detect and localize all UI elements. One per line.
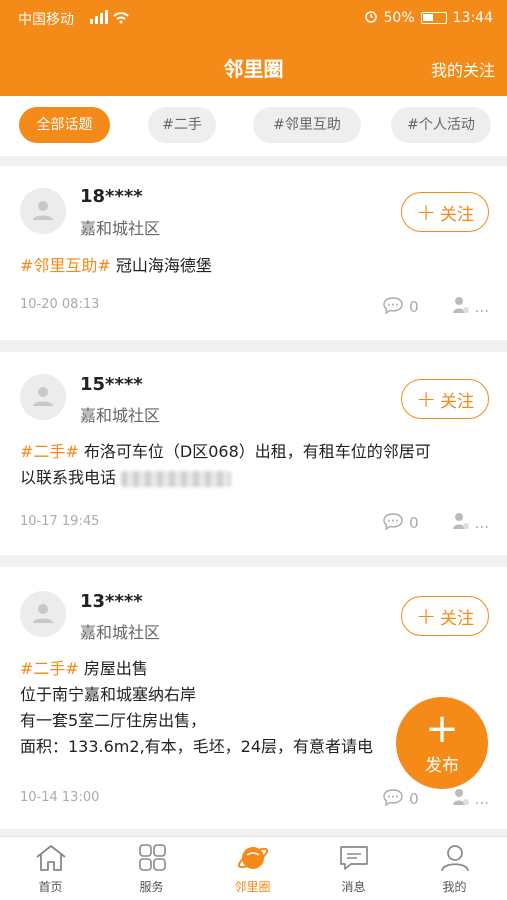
battery-icon: [420, 12, 447, 24]
user-icon: [440, 845, 469, 872]
nav-label: 消息: [341, 880, 366, 894]
tab-second-hand[interactable]: #二手: [148, 107, 216, 143]
post-time: 10-20 08:13: [20, 297, 100, 312]
follow-label: 关注: [440, 608, 475, 629]
status-bar: 中国移动 50% 13:44: [0, 0, 507, 36]
post-content[interactable]: #二手# 布洛可车位（D区068）出租，有租车位的邻居可 以联系我电话: [20, 439, 487, 491]
home-icon: [35, 845, 66, 871]
nav-neighborhood[interactable]: 邻里圈: [202, 837, 303, 900]
header-bar: 邻里圈 我的关注: [0, 36, 507, 96]
post-text-line: 以联系我电话: [20, 468, 117, 487]
user-icon: [452, 512, 469, 534]
avatar[interactable]: [20, 591, 66, 637]
status-right: 50% 13:44: [364, 9, 493, 27]
follow-button[interactable]: + 关注: [401, 192, 489, 232]
post-tag[interactable]: #二手#: [20, 659, 79, 678]
redacted-phone-image: [121, 470, 232, 487]
nav-home[interactable]: 首页: [0, 837, 101, 900]
nav-label: 首页: [38, 880, 63, 894]
tab-all-topics[interactable]: 全部话题: [19, 107, 110, 143]
post-time: 10-14 13:00: [20, 790, 100, 805]
battery-percent: 50%: [383, 10, 415, 26]
grid-icon: [138, 844, 166, 871]
post-stats: 0 ...: [383, 512, 489, 534]
follow-label: 关注: [440, 391, 475, 412]
nav-label: 我的: [442, 880, 467, 894]
comment-icon[interactable]: [383, 296, 403, 318]
post-username: 18****: [80, 186, 143, 207]
comment-count: 0: [409, 514, 419, 532]
post-tag[interactable]: #邻里互助#: [20, 256, 111, 275]
follow-label: 关注: [440, 204, 475, 225]
nav-messages[interactable]: 消息: [303, 837, 404, 900]
post-community: 嘉和城社区: [80, 219, 161, 238]
carrier-name: 中国移动: [18, 12, 74, 28]
planet-icon: [237, 847, 268, 869]
post-card[interactable]: 15**** 嘉和城社区 + 关注 #二手# 布洛可车位（D区068）出租，有租…: [0, 352, 507, 555]
message-icon: [339, 846, 368, 870]
post-community: 嘉和城社区: [80, 623, 161, 642]
more-text[interactable]: ...: [475, 298, 489, 316]
comment-icon[interactable]: [383, 512, 403, 534]
post-time: 10-17 19:45: [20, 514, 100, 529]
follow-button[interactable]: + 关注: [401, 596, 489, 636]
plus-icon: +: [425, 706, 459, 752]
user-icon: [452, 788, 469, 810]
post-username: 15****: [80, 374, 143, 395]
more-text[interactable]: ...: [475, 790, 489, 808]
follow-button[interactable]: + 关注: [401, 379, 489, 419]
post-content[interactable]: #邻里互助# 冠山海海德堡: [20, 253, 487, 279]
nav-services[interactable]: 服务: [101, 837, 202, 900]
post-text-line: 冠山海海德堡: [115, 256, 212, 275]
signal-icon: [90, 10, 130, 28]
post-stats: 0 ...: [383, 788, 489, 810]
topic-tabs: 全部话题 #二手 #邻里互助 #个人活动: [0, 96, 507, 156]
tab-personal-activity[interactable]: #个人活动: [391, 107, 491, 143]
nav-label: 服务: [139, 880, 164, 894]
alarm-icon: [364, 9, 378, 27]
plus-icon: +: [415, 198, 437, 226]
avatar[interactable]: [20, 374, 66, 420]
post-stats: 0 ...: [383, 296, 489, 318]
post-text-line: 房屋出售: [83, 659, 148, 678]
publish-button[interactable]: + 发布: [396, 697, 488, 789]
user-icon: [452, 296, 469, 318]
bottom-nav: 首页 服务 邻里圈 消息 我的: [0, 836, 507, 900]
clock: 13:44: [452, 10, 493, 26]
publish-label: 发布: [425, 756, 459, 776]
post-tag[interactable]: #二手#: [20, 442, 79, 461]
my-follow-link[interactable]: 我的关注: [431, 57, 495, 81]
post-community: 嘉和城社区: [80, 406, 161, 425]
more-text[interactable]: ...: [475, 514, 489, 532]
nav-label: 邻里圈: [234, 880, 271, 894]
comment-count: 0: [409, 790, 419, 808]
plus-icon: +: [415, 602, 437, 630]
avatar[interactable]: [20, 188, 66, 234]
comment-count: 0: [409, 298, 419, 316]
comment-icon[interactable]: [383, 788, 403, 810]
plus-icon: +: [415, 385, 437, 413]
post-card[interactable]: 18**** 嘉和城社区 + 关注 #邻里互助# 冠山海海德堡 10-20 08…: [0, 166, 507, 340]
post-username: 13****: [80, 591, 143, 612]
post-text-line: 布洛可车位（D区068）出租，有租车位的邻居可: [83, 442, 431, 461]
nav-mine[interactable]: 我的: [404, 837, 505, 900]
tab-neighbor-help[interactable]: #邻里互助: [253, 107, 361, 143]
